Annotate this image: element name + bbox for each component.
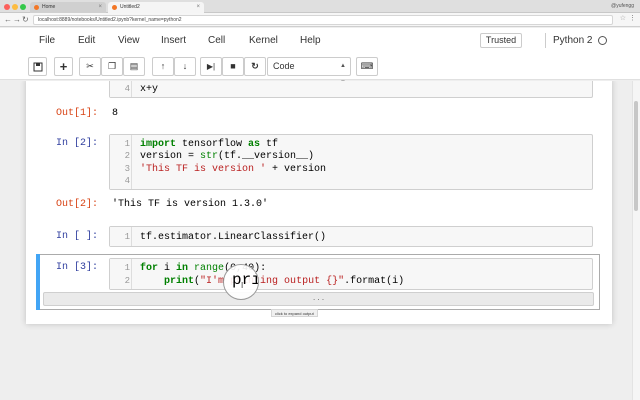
loop-var: i xyxy=(158,263,177,274)
close-window-icon[interactable] xyxy=(4,4,10,10)
in-prompt-4: In [3]: xyxy=(55,262,98,273)
run-step-icon[interactable]: ▶| xyxy=(200,57,222,76)
cut-scissors-icon[interactable]: ✂ xyxy=(79,57,101,76)
back-arrow-icon[interactable]: ← xyxy=(4,15,12,25)
code-line-2: version = str(tf.__version__) xyxy=(140,151,314,162)
line-number: 1 xyxy=(124,139,130,149)
format-call: .format(i) xyxy=(344,276,405,287)
expand-output-tooltip: click to expand output xyxy=(271,309,318,317)
string-literal: "I'm printing output {}" xyxy=(200,276,345,287)
jupyter-favicon-icon xyxy=(112,5,117,10)
address-bar: ← → ↻ localhost:8889/notebooks/Untitled2… xyxy=(0,13,640,27)
code-line-2: print("I'm printing output {}".format(i) xyxy=(140,276,404,287)
menu-insert[interactable]: Insert xyxy=(161,35,186,46)
keyboard-icon[interactable]: ⌨ xyxy=(356,57,378,76)
line-number: 1 xyxy=(124,263,130,273)
forward-arrow-icon[interactable]: → xyxy=(13,15,21,25)
stop-square-icon[interactable]: ■ xyxy=(222,57,244,76)
kernel-idle-circle-icon xyxy=(598,36,607,45)
trusted-button[interactable]: Trusted xyxy=(480,33,522,48)
code-input-cell4[interactable]: 1 2 for i in range(0,40): print("I'm pri… xyxy=(109,258,593,290)
concat-expr: + version xyxy=(266,164,327,175)
menu-cell[interactable]: Cell xyxy=(208,35,225,46)
in-prompt-3: In [ ]: xyxy=(55,231,98,242)
move-up-arrow-icon[interactable]: ↑ xyxy=(152,57,174,76)
notebook-menubar: File Edit View Insert Cell Kernel Help T… xyxy=(0,28,640,54)
magnified-text: pri xyxy=(232,271,259,289)
bookmark-star-icon[interactable]: ☆ xyxy=(620,14,626,22)
code-line: tf.estimator.LinearClassifier() xyxy=(140,232,327,243)
keyword-import: import xyxy=(140,139,177,150)
text-cursor-icon: I xyxy=(241,281,244,290)
tab-label: Home xyxy=(42,4,56,10)
tab-label: Untitled2 xyxy=(120,4,140,10)
keyword-as: as xyxy=(248,139,261,150)
string-literal: 'This TF is version ' xyxy=(140,164,267,175)
menubar-divider xyxy=(545,33,546,48)
line-number: 1 xyxy=(124,232,130,242)
out-prompt-2: Out[2]: xyxy=(55,199,98,210)
call-args: (tf.__version__) xyxy=(218,151,315,162)
paste-clipboard-icon[interactable]: ▤ xyxy=(123,57,145,76)
code-input-cell3[interactable]: 1 tf.estimator.LinearClassifier() xyxy=(109,226,593,247)
code-line-1: import tensorflow as tf xyxy=(140,139,278,150)
browser-tab-untitled2[interactable]: Untitled2 × xyxy=(108,2,204,13)
menu-kernel[interactable]: Kernel xyxy=(249,35,278,46)
line-number: 2 xyxy=(124,276,130,286)
reload-icon[interactable]: ↻ xyxy=(22,15,29,25)
copy-icon[interactable]: ❐ xyxy=(101,57,123,76)
code-line: x+y xyxy=(140,84,159,95)
restart-kernel-icon[interactable]: ↻ xyxy=(244,57,266,76)
cell-type-value: Code xyxy=(273,61,295,71)
jupyter-favicon-icon xyxy=(34,5,39,10)
move-down-arrow-icon[interactable]: ↓ xyxy=(174,57,196,76)
collapsed-output-bar[interactable]: . . . xyxy=(43,292,594,306)
close-tab-icon[interactable]: × xyxy=(196,2,200,13)
browser-tab-home[interactable]: Home × xyxy=(30,2,106,13)
line-number: 2 xyxy=(124,151,130,161)
keyword-for: for xyxy=(140,263,159,274)
menu-file[interactable]: File xyxy=(39,35,55,46)
menu-view[interactable]: View xyxy=(118,35,140,46)
code-input-cell1[interactable]: 4 x+y xyxy=(109,81,593,98)
page-scrollbar-thumb[interactable] xyxy=(634,101,638,211)
line-number: 4 xyxy=(124,84,130,94)
notebook-toolbar: + ✂ ❐ ▤ ↑ ↓ ▶| ■ ↻ Code ▲▼ ⌨ xyxy=(0,54,640,86)
url-field[interactable]: localhost:8889/notebooks/Untitled2.ipynb… xyxy=(33,15,613,25)
line-number: 3 xyxy=(124,164,130,174)
cell-type-select[interactable]: Code ▲▼ xyxy=(267,57,351,86)
in-prompt-2: In [2]: xyxy=(55,138,98,149)
minimize-window-icon[interactable] xyxy=(12,4,18,10)
browser-menu-icon[interactable]: ⋮ xyxy=(629,14,636,22)
code-input-cell2[interactable]: 1 2 3 4 import tensorflow as tf version … xyxy=(109,134,593,190)
builtin-range: range xyxy=(188,263,225,274)
browser-tab-bar: Home × Untitled2 × @yufengg xyxy=(0,0,640,13)
notebook-scroll-area[interactable]: 4 x+y Out[1]: 8 In [2]: 1 2 3 4 import t… xyxy=(0,81,640,400)
menu-edit[interactable]: Edit xyxy=(78,35,95,46)
code-line-3: 'This TF is version ' + version xyxy=(140,164,326,175)
keyword-print: print xyxy=(164,276,195,287)
save-icon[interactable] xyxy=(28,57,47,76)
line-number: 4 xyxy=(124,176,130,186)
output-2: 'This TF is version 1.3.0' xyxy=(112,199,269,210)
maximize-window-icon[interactable] xyxy=(20,4,26,10)
alias-name: tf xyxy=(260,139,279,150)
module-name: tensorflow xyxy=(176,139,249,150)
menu-help[interactable]: Help xyxy=(300,35,321,46)
out-prompt-1: Out[1]: xyxy=(55,108,98,119)
user-badge: @yufengg xyxy=(611,3,634,9)
kernel-name: Python 2 xyxy=(553,35,593,46)
builtin-str: str xyxy=(200,151,219,162)
output-1: 8 xyxy=(112,108,119,119)
close-tab-icon[interactable]: × xyxy=(98,2,102,13)
assignment: version = xyxy=(140,151,201,162)
insert-cell-plus-icon[interactable]: + xyxy=(54,57,73,76)
keyword-in: in xyxy=(176,263,189,274)
